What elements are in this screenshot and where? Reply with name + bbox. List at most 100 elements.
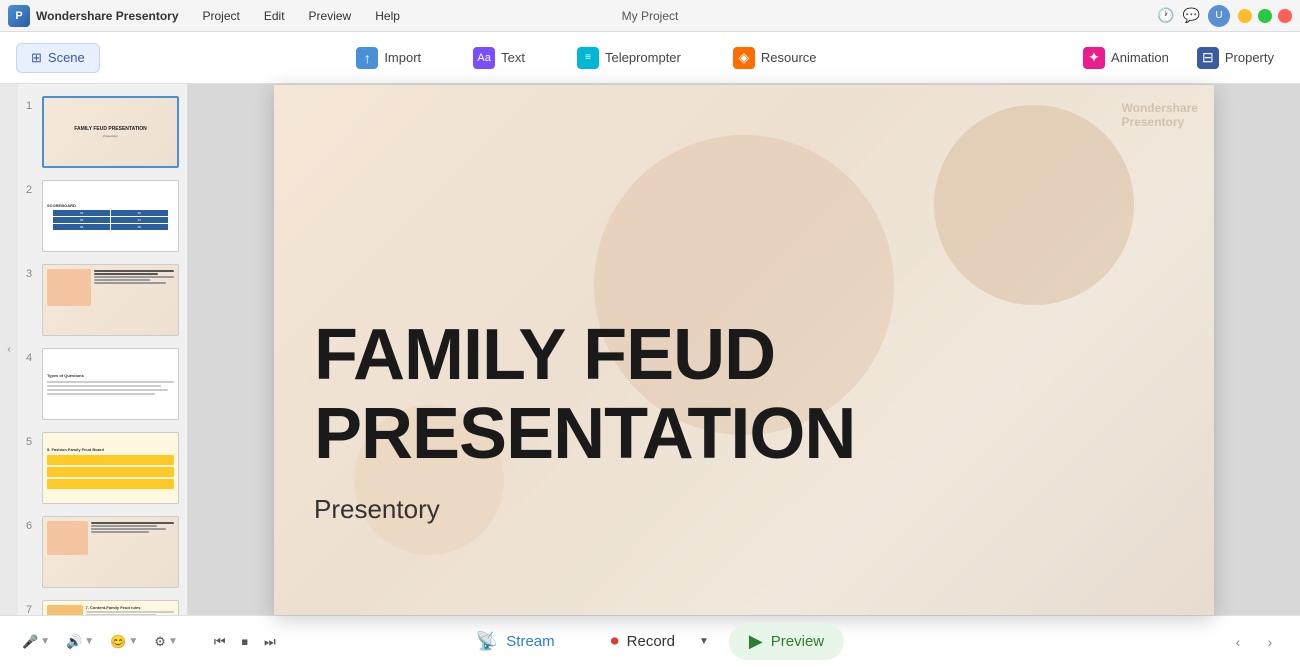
record-dropdown-button[interactable]: ▼ (695, 634, 713, 649)
slide-num-3: 3 (26, 268, 42, 280)
teleprompter-button[interactable]: ≡ Teleprompter (567, 41, 691, 75)
bottom-bar: 🎤 ▼ 🔊 ▼ 😊 ▼ ⚙ ▼ ⏮ ⏹ ⏭ 📡 (0, 615, 1300, 667)
slide-item-2[interactable]: 2 SCOREBOARD 01 02 03 04 05 06 (18, 176, 187, 256)
forward-button[interactable]: ⏭ (258, 630, 282, 654)
sidebar-toggle[interactable]: ‹ (0, 84, 18, 615)
slide-num-6: 6 (26, 520, 42, 532)
text-label: Text (501, 50, 525, 65)
main-area: ‹ 1 FAMILY FEUD PRESENTATION Presentory … (0, 84, 1300, 615)
face-icon: 😊 (110, 634, 126, 650)
watermark-line2: Presentory (1122, 115, 1198, 129)
stream-icon: 📡 (476, 631, 498, 652)
menu-project[interactable]: Project (199, 7, 244, 25)
user-icon: U (1208, 5, 1230, 27)
resource-label: Resource (761, 50, 817, 65)
slide-thumb-4: Types of Questions (42, 348, 179, 420)
record-label: Record (627, 633, 675, 650)
slide-item-7[interactable]: 7 7. Content-Family Feud rules (18, 596, 187, 615)
extra-icons: 🕐 💬 U (1157, 5, 1230, 27)
record-button[interactable]: ⏺ Record (591, 625, 695, 659)
settings-icon: ⚙ (154, 634, 166, 650)
canvas-area: Wondershare Presentory FAMILY FEUD PRESE… (188, 84, 1300, 615)
menu-edit[interactable]: Edit (260, 7, 289, 25)
close-button[interactable] (1278, 9, 1292, 23)
text-button[interactable]: Aa Text (463, 41, 535, 75)
animation-label: Animation (1111, 50, 1169, 65)
slide-num-5: 5 (26, 436, 42, 448)
teleprompter-icon: ≡ (577, 47, 599, 69)
scene-label: Scene (48, 50, 85, 65)
nav-next[interactable]: › (1256, 628, 1284, 656)
mic-tool[interactable]: 🎤 ▼ (16, 630, 56, 654)
toolbar-right: ✦ Animation ⊟ Property (1073, 41, 1284, 75)
forward-icon: ⏭ (264, 634, 276, 650)
record-icon: ⏺ (611, 633, 619, 651)
property-label: Property (1225, 50, 1274, 65)
import-button[interactable]: ↑ Import (346, 41, 431, 75)
slide-num-7: 7 (26, 604, 42, 615)
slide-item-3[interactable]: 3 (18, 260, 187, 340)
project-title: My Project (622, 9, 679, 23)
slide-item-4[interactable]: 4 Types of Questions (18, 344, 187, 424)
animation-button[interactable]: ✦ Animation (1073, 41, 1179, 75)
slide-num-2: 2 (26, 184, 42, 196)
slide-thumb-7: 7. Content-Family Feud rules (42, 600, 179, 615)
stop-button[interactable]: ⏹ (236, 630, 255, 654)
property-icon: ⊟ (1197, 47, 1219, 69)
watermark-line1: Wondershare (1122, 101, 1198, 115)
slide-item-6[interactable]: 6 (18, 512, 187, 592)
rewind-icon: ⏮ (214, 634, 226, 650)
app-logo: P (8, 5, 30, 27)
speaker-arrow: ▼ (84, 636, 94, 647)
rewind-button[interactable]: ⏮ (208, 630, 232, 654)
face-arrow: ▼ (128, 636, 138, 647)
record-group: ⏺ Record ▼ (591, 625, 713, 659)
slide-item-5[interactable]: 5 5. Fashion Family Feud Board (18, 428, 187, 508)
toggle-arrow: ‹ (7, 344, 10, 355)
scene-button[interactable]: ⊞ Scene (16, 43, 100, 73)
clock-icon: 🕐 (1157, 7, 1174, 24)
slide-main-title: FAMILY FEUD PRESENTATION (314, 316, 1174, 474)
nav-prev[interactable]: ‹ (1224, 628, 1252, 656)
slide-thumb-1: FAMILY FEUD PRESENTATION Presentory (42, 96, 179, 168)
slide-num-4: 4 (26, 352, 42, 364)
stream-button[interactable]: 📡 Stream (456, 623, 575, 660)
speaker-icon: 🔊 (66, 634, 82, 650)
bottom-center-actions: 📡 Stream ⏺ Record ▼ ▶ Preview (456, 623, 844, 660)
app-name: Wondershare Presentory (36, 9, 179, 23)
settings-tool[interactable]: ⚙ ▼ (148, 630, 184, 654)
window-controls (1238, 9, 1292, 23)
mic-icon: 🎤 (22, 634, 38, 650)
slide-thumb-3 (42, 264, 179, 336)
minimize-button[interactable] (1238, 9, 1252, 23)
resource-button[interactable]: ◈ Resource (723, 41, 827, 75)
preview-button[interactable]: ▶ Preview (729, 623, 844, 660)
import-icon: ↑ (356, 47, 378, 69)
menu-preview[interactable]: Preview (305, 7, 356, 25)
watermark: Wondershare Presentory (1122, 101, 1198, 129)
title-bar: P Wondershare Presentory Project Edit Pr… (0, 0, 1300, 32)
chat-icon: 💬 (1183, 7, 1200, 24)
menu-help[interactable]: Help (371, 7, 404, 25)
slide-num-1: 1 (26, 100, 42, 112)
import-label: Import (384, 50, 421, 65)
stop-icon: ⏹ (242, 634, 249, 650)
slide-canvas: Wondershare Presentory FAMILY FEUD PRESE… (274, 85, 1214, 615)
resource-icon: ◈ (733, 47, 755, 69)
media-controls: ⏮ ⏹ ⏭ (208, 630, 282, 654)
settings-arrow: ▼ (168, 636, 178, 647)
face-tool[interactable]: 😊 ▼ (104, 630, 144, 654)
property-button[interactable]: ⊟ Property (1187, 41, 1284, 75)
background-blob-2 (934, 105, 1134, 305)
slide-thumb-6 (42, 516, 179, 588)
teleprompter-label: Teleprompter (605, 50, 681, 65)
animation-icon: ✦ (1083, 47, 1105, 69)
speaker-tool[interactable]: 🔊 ▼ (60, 630, 100, 654)
bottom-tools: 🎤 ▼ 🔊 ▼ 😊 ▼ ⚙ ▼ (16, 630, 184, 654)
slide-subtitle: Presentory (314, 494, 440, 525)
mic-arrow: ▼ (40, 636, 50, 647)
scene-icon: ⊞ (31, 50, 42, 66)
slide-item-1[interactable]: 1 FAMILY FEUD PRESENTATION Presentory (18, 92, 187, 172)
maximize-button[interactable] (1258, 9, 1272, 23)
toolbar: ⊞ Scene ↑ Import Aa Text ≡ Teleprompter … (0, 32, 1300, 84)
